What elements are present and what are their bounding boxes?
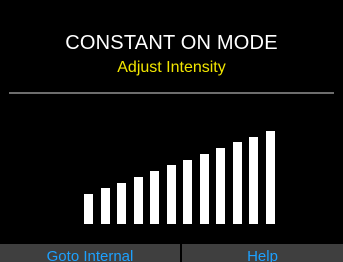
softkey-bar: Goto Internal Help xyxy=(0,244,343,262)
intensity-bar xyxy=(100,188,110,224)
intensity-bar xyxy=(166,165,176,224)
goto-internal-button[interactable]: Goto Internal xyxy=(0,244,180,262)
intensity-bar xyxy=(265,131,275,224)
intensity-bar xyxy=(199,153,209,224)
intensity-bar xyxy=(183,159,192,224)
intensity-bar xyxy=(249,136,258,224)
intensity-bar xyxy=(84,194,93,224)
intensity-bar xyxy=(216,148,225,224)
intensity-bar xyxy=(150,171,159,224)
intensity-meter[interactable] xyxy=(0,0,343,262)
help-button[interactable]: Help xyxy=(182,244,343,262)
intensity-bar xyxy=(117,182,126,224)
intensity-bar xyxy=(133,176,143,224)
device-screen: CONSTANT ON MODE Adjust Intensity Goto I… xyxy=(0,0,343,262)
intensity-bar xyxy=(232,142,242,224)
